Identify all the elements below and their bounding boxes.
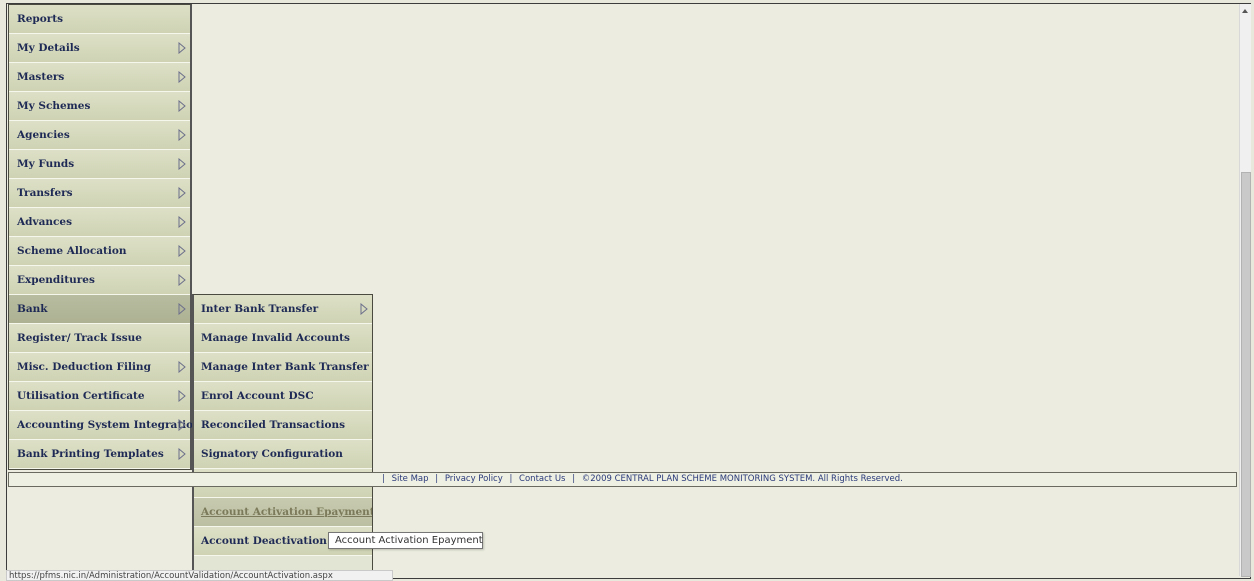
menu-item-label: Utilisation Certificate bbox=[17, 390, 145, 402]
submenu-item-signatory-configuration[interactable]: Signatory Configuration bbox=[194, 440, 372, 469]
menu-item-label: My Details bbox=[17, 42, 80, 54]
chevron-right-icon bbox=[178, 361, 186, 373]
menu-item-agencies[interactable]: Agencies bbox=[9, 121, 190, 150]
footer-separator: | bbox=[509, 474, 513, 484]
chevron-right-icon bbox=[178, 158, 186, 170]
submenu-item-reconciled-transactions[interactable]: Reconciled Transactions bbox=[194, 411, 372, 440]
menu-item-my-funds[interactable]: My Funds bbox=[9, 150, 190, 179]
submenu-item-label: Enrol Account DSC bbox=[201, 390, 314, 402]
menu-item-label: Misc. Deduction Filing bbox=[17, 361, 151, 373]
chevron-right-icon bbox=[178, 42, 186, 54]
footer-separator: | bbox=[435, 474, 439, 484]
chevron-right-icon bbox=[178, 187, 186, 199]
footer-link-contact-us[interactable]: Contact Us bbox=[519, 474, 565, 484]
menu-item-label: Accounting System Integration bbox=[17, 419, 201, 431]
menu-item-label: My Funds bbox=[17, 158, 75, 170]
footer-separator: | bbox=[382, 474, 385, 484]
scroll-thumb[interactable] bbox=[1241, 172, 1251, 577]
submenu-item-label: Signatory Configuration bbox=[201, 448, 343, 460]
chevron-right-icon bbox=[178, 419, 186, 431]
submenu-item-label: Account Activation Epayment bbox=[201, 506, 373, 518]
chevron-right-icon bbox=[178, 303, 186, 315]
status-bar-url: https://pfms.nic.in/Administration/Accou… bbox=[6, 570, 393, 581]
submenu-item-manage-invalid-accounts[interactable]: Manage Invalid Accounts bbox=[194, 324, 372, 353]
submenu-item-label: Manage Invalid Accounts bbox=[201, 332, 350, 344]
submenu-item-label: Account Deactivation bbox=[201, 535, 327, 547]
menu-item-label: Reports bbox=[17, 13, 64, 25]
menu-item-utilisation-certificate[interactable]: Utilisation Certificate bbox=[9, 382, 190, 411]
scroll-up-arrow-icon[interactable] bbox=[1242, 9, 1248, 13]
menu-item-misc-deduction-filing[interactable]: Misc. Deduction Filing bbox=[9, 353, 190, 382]
menu-item-label: Expenditures bbox=[17, 274, 95, 286]
menu-item-label: Scheme Allocation bbox=[17, 245, 127, 257]
submenu-item-enrol-account-dsc[interactable]: Enrol Account DSC bbox=[194, 382, 372, 411]
chevron-right-icon bbox=[178, 448, 186, 460]
vertical-scrollbar[interactable] bbox=[1239, 4, 1251, 577]
submenu-item-label: Manage Inter Bank Transfer bbox=[201, 361, 369, 373]
menu-item-bank-printing-templates[interactable]: Bank Printing Templates bbox=[9, 440, 190, 469]
menu-item-expenditures[interactable]: Expenditures bbox=[9, 266, 190, 295]
menu-item-my-details[interactable]: My Details bbox=[9, 34, 190, 63]
main-menu: Reports My Details Masters My Schemes Agenci… bbox=[8, 4, 201, 470]
menu-item-label: Agencies bbox=[17, 129, 70, 141]
chevron-right-icon bbox=[178, 100, 186, 112]
submenu-item-account-activation-epayment[interactable]: Account Activation Epayment bbox=[194, 498, 372, 527]
chevron-right-icon bbox=[178, 390, 186, 402]
tooltip-text: Account Activation Epayment bbox=[335, 535, 483, 546]
footer-link-site-map[interactable]: Site Map bbox=[392, 474, 429, 484]
submenu-item-inter-bank-transfer[interactable]: Inter Bank Transfer bbox=[194, 295, 372, 324]
menu-item-label: Advances bbox=[17, 216, 73, 228]
submenu-item-label: Reconciled Transactions bbox=[201, 419, 346, 431]
chevron-right-icon bbox=[360, 303, 368, 315]
chevron-right-icon bbox=[178, 71, 186, 83]
chevron-right-icon bbox=[178, 216, 186, 228]
submenu-item-manage-inter-bank-transfer[interactable]: Manage Inter Bank Transfer bbox=[194, 353, 372, 382]
chevron-right-icon bbox=[178, 274, 186, 286]
menu-item-advances[interactable]: Advances bbox=[9, 208, 190, 237]
menu-item-bank[interactable]: Bank bbox=[9, 295, 190, 324]
footer: | Site Map | Privacy Policy | Contact Us… bbox=[380, 474, 905, 484]
menu-item-masters[interactable]: Masters bbox=[9, 63, 190, 92]
menu-item-label: Masters bbox=[17, 71, 65, 83]
menu-item-scheme-allocation[interactable]: Scheme Allocation bbox=[9, 237, 190, 266]
menu-item-reports[interactable]: Reports bbox=[9, 5, 190, 34]
menu-item-label: Bank bbox=[17, 303, 48, 315]
tooltip: Account Activation Epayment bbox=[328, 532, 483, 549]
menu-item-label: Bank Printing Templates bbox=[17, 448, 164, 460]
menu-item-accounting-system-integration[interactable]: Accounting System Integration bbox=[9, 411, 201, 440]
chevron-right-icon bbox=[178, 245, 186, 257]
menu-item-label: Transfers bbox=[17, 187, 73, 199]
menu-item-register-track-issue[interactable]: Register/ Track Issue bbox=[9, 324, 190, 353]
footer-copyright: ©2009 CENTRAL PLAN SCHEME MONITORING SYS… bbox=[581, 474, 903, 484]
menu-item-label: Register/ Track Issue bbox=[17, 332, 142, 344]
chevron-right-icon bbox=[178, 129, 186, 141]
submenu-item-label: Inter Bank Transfer bbox=[201, 303, 319, 315]
menu-item-transfers[interactable]: Transfers bbox=[9, 179, 190, 208]
menu-item-label: My Schemes bbox=[17, 100, 91, 112]
footer-link-privacy-policy[interactable]: Privacy Policy bbox=[445, 474, 503, 484]
footer-separator: | bbox=[572, 474, 576, 484]
menu-item-my-schemes[interactable]: My Schemes bbox=[9, 92, 190, 121]
